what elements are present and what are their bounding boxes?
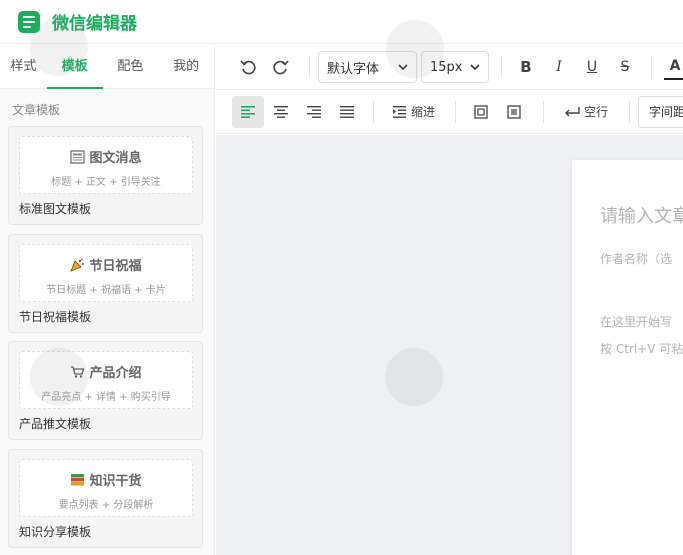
template-preview: 产品介绍 产品亮点 + 详情 + 购买引导 (19, 351, 193, 409)
body-placeholder-line-2[interactable]: 按 Ctrl+V 可粘 (600, 340, 683, 357)
line-break-icon (564, 106, 580, 116)
undo-button[interactable] (234, 51, 262, 83)
template-subtitle: 要点列表 + 分段解析 (58, 500, 154, 511)
undo-icon (240, 60, 256, 75)
article-title-input[interactable]: 请输入文章 (600, 202, 683, 228)
template-name: 知识分享模板 (19, 525, 92, 539)
toolbar-divider (651, 56, 652, 78)
chevron-down-icon (398, 63, 408, 70)
blockquote-right-button[interactable] (500, 96, 528, 128)
template-title: 图文消息 (89, 151, 142, 166)
toolbar-divider (543, 100, 544, 123)
font-size-value: 15px (430, 59, 463, 75)
template-name: 标准图文模板 (19, 202, 92, 216)
align-justify-button[interactable] (332, 96, 362, 128)
align-left-button[interactable] (232, 95, 264, 128)
template-subtitle: 标题 + 正文 + 引导关注 (51, 177, 161, 188)
app-title: 微信编辑器 (52, 14, 137, 34)
block-right-icon (507, 104, 521, 119)
template-preview: 图文消息 标题 + 正文 + 引导关注 (19, 136, 193, 194)
template-card-holiday[interactable]: 节日祝福 节日标题 + 祝福语 + 卡片 节日祝福模板 (8, 234, 203, 333)
newspaper-icon (70, 150, 86, 164)
template-name: 节日祝福模板 (19, 310, 92, 324)
template-card-knowledge[interactable]: 知识干货 要点列表 + 分段解析 知识分享模板 (8, 449, 203, 548)
article-paper[interactable]: 请输入文章 作者名称（选 在这里开始写 按 Ctrl+V 可粘 (572, 160, 683, 555)
empty-line-label: 空行 (583, 105, 608, 119)
toolbar-divider (373, 100, 374, 123)
sidebar-tabs: 样式 模板 配色 我的 (0, 45, 214, 89)
indent-icon (392, 105, 406, 118)
align-center-button[interactable] (266, 96, 296, 128)
toolbar-divider (629, 100, 630, 123)
empty-line-button[interactable]: 空行 (556, 96, 616, 128)
align-left-icon (241, 105, 255, 118)
editor-canvas: 请输入文章 作者名称（选 在这里开始写 按 Ctrl+V 可粘 (216, 135, 683, 555)
template-name: 产品推文模板 (19, 417, 92, 431)
template-title: 产品介绍 (89, 366, 142, 381)
tab-templates[interactable]: 模板 (46, 45, 103, 89)
blockquote-left-button[interactable] (467, 96, 495, 128)
font-size-select[interactable]: 15px (421, 51, 489, 83)
template-preview: 知识干货 要点列表 + 分段解析 (19, 459, 193, 517)
tab-mine[interactable]: 我的 (158, 45, 214, 89)
shopping-cart-icon (70, 365, 85, 378)
toolbar-divider (309, 56, 310, 78)
paragraph-toolbar: 缩进 空行 字间距 (216, 90, 683, 134)
party-popper-icon (70, 258, 85, 272)
template-title: 节日祝福 (89, 259, 142, 274)
font-family-value: 默认字体 (327, 61, 380, 77)
underline-button[interactable]: U (578, 51, 606, 83)
bold-button[interactable]: B (512, 51, 540, 83)
redo-icon (273, 60, 289, 75)
font-color-button[interactable]: A (664, 54, 683, 80)
body-placeholder-line-1[interactable]: 在这里开始写 (600, 313, 672, 330)
redo-button[interactable] (267, 51, 295, 83)
section-label: 文章模板 (12, 103, 61, 117)
template-card-product[interactable]: 产品介绍 产品亮点 + 详情 + 购买引导 产品推文模板 (8, 341, 203, 440)
indent-button[interactable]: 缩进 (388, 96, 440, 128)
italic-button[interactable]: I (545, 51, 573, 83)
template-subtitle: 产品亮点 + 详情 + 购买引导 (41, 392, 171, 403)
block-left-icon (474, 104, 488, 119)
sidebar: 样式 模板 配色 我的 文章模板 图文消息 标题 + 正文 + 引导关注 标准图… (0, 45, 215, 555)
indent-label: 缩进 (410, 105, 435, 119)
align-right-icon (307, 105, 321, 118)
author-input[interactable]: 作者名称（选 (600, 250, 672, 267)
font-family-select[interactable]: 默认字体 (318, 51, 417, 83)
letter-spacing-value: 字间距 (649, 105, 683, 119)
books-icon (70, 473, 85, 486)
toolbar-divider (455, 100, 456, 123)
template-preview: 节日祝福 节日标题 + 祝福语 + 卡片 (19, 244, 193, 302)
align-right-button[interactable] (299, 96, 329, 128)
document-logo-icon (18, 10, 40, 33)
template-title: 知识干货 (89, 474, 142, 489)
tab-styles[interactable]: 样式 (0, 45, 47, 89)
tab-colors[interactable]: 配色 (103, 45, 159, 89)
align-justify-icon (340, 105, 354, 118)
toolbar-divider (501, 56, 502, 78)
template-card-standard[interactable]: 图文消息 标题 + 正文 + 引导关注 标准图文模板 (8, 126, 203, 225)
strikethrough-button[interactable]: S (611, 51, 639, 83)
format-toolbar: 默认字体 15px B I U S A (216, 45, 683, 90)
app-header: 微信编辑器 (0, 0, 683, 44)
letter-spacing-select[interactable]: 字间距 (638, 95, 683, 128)
align-center-icon (274, 105, 288, 118)
chevron-down-icon (470, 63, 480, 70)
editor-app: 微信编辑器 样式 模板 配色 我的 文章模板 图文消息 标题 + 正文 + 引导… (0, 0, 683, 555)
template-subtitle: 节日标题 + 祝福语 + 卡片 (46, 285, 166, 296)
